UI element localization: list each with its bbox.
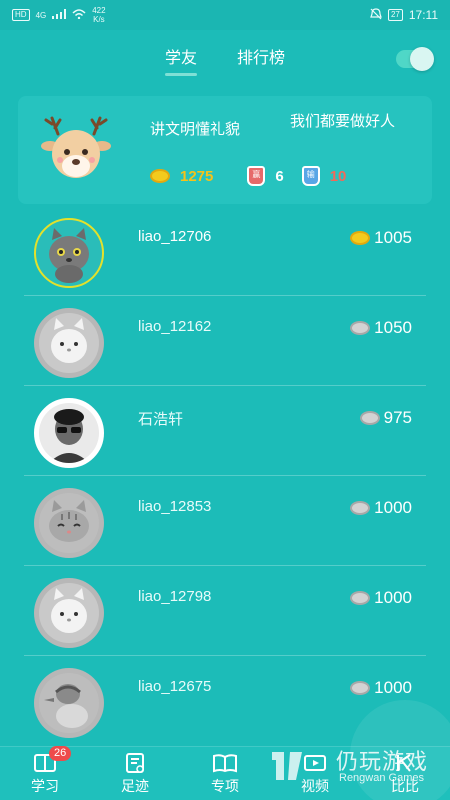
nav-label: 比比 [391, 778, 419, 794]
footprint-icon [126, 753, 144, 773]
list-item[interactable]: liao_12162 1050 [24, 296, 426, 386]
nav-label: 专项 [211, 778, 239, 794]
list-item[interactable]: liao_12853 1000 [24, 476, 426, 566]
score-value: 1000 [374, 678, 412, 697]
speed-value: 422 [92, 6, 106, 15]
score-value: 1000 [374, 498, 412, 517]
score-value: 1050 [374, 318, 412, 337]
silver-coin-icon [359, 411, 380, 425]
friend-score: 1050 [350, 318, 412, 338]
win-count: 6 [275, 167, 284, 185]
friend-name: liao_12853 [138, 498, 212, 515]
friend-name: 石浩轩 [138, 411, 184, 428]
score-value: 975 [383, 408, 412, 427]
nav-label: 学习 [31, 778, 59, 794]
profile-name: 讲文明懂礼貌 [150, 121, 241, 138]
friend-score: 1000 [350, 588, 412, 608]
vs-icon [397, 754, 411, 772]
gold-coin-icon [350, 231, 371, 245]
friend-score: 1000 [350, 678, 412, 698]
top-nav: 学友 排行榜 [0, 38, 450, 82]
gold-coin-icon [150, 169, 170, 183]
friend-score: 1000 [350, 498, 412, 518]
list-item[interactable]: 石浩轩 975 [24, 386, 426, 476]
deer-icon[interactable] [40, 114, 112, 184]
friend-name: liao_12798 [138, 588, 212, 605]
mute-icon [370, 7, 382, 23]
tab-leaderboard[interactable]: 排行榜 [237, 44, 285, 76]
nav-label: 足迹 [121, 778, 149, 794]
network-speed: 422 K/s [92, 6, 105, 24]
status-right: 27 17:11 [370, 7, 438, 23]
gray-cat-icon [34, 218, 104, 288]
score-value: 1005 [374, 228, 412, 247]
nav-footprint[interactable]: 足迹 [95, 752, 175, 796]
wifi-icon [72, 8, 86, 22]
gold-count: 1275 [180, 167, 214, 185]
bottom-nav: 26 学习 足迹 专项 视频 比比 [0, 700, 450, 800]
profile-stats: 1275 赢 6 输 10 [150, 166, 346, 186]
toggle-knob [410, 47, 434, 71]
profile-card: 讲文明懂礼貌 我们都要做好人 1275 赢 6 输 10 [18, 96, 432, 204]
tabby-cat-icon [34, 488, 104, 558]
score-value: 1000 [374, 588, 412, 607]
nav-study[interactable]: 26 学习 [5, 746, 85, 796]
nav-special[interactable]: 专项 [185, 752, 265, 796]
friend-list: liao_12706 1005 liao_12162 1050 石浩轩 975 … [24, 206, 426, 746]
video-icon [304, 755, 326, 771]
silver-coin-icon [350, 321, 371, 335]
nav-compare[interactable]: 比比 [365, 752, 445, 796]
list-item[interactable]: liao_12706 1005 [24, 206, 426, 296]
battery-icon: 27 [387, 9, 403, 21]
friend-score: 975 [359, 408, 412, 428]
profile-motto: 我们都要做好人 [290, 113, 396, 130]
open-book-icon [213, 754, 237, 773]
signal-icon [52, 8, 67, 22]
white-cat-icon [34, 578, 104, 648]
tab-classmates[interactable]: 学友 [164, 44, 198, 76]
silver-coin-icon [350, 591, 371, 605]
lose-badge-icon: 输 [301, 166, 320, 186]
speed-unit: K/s [93, 15, 105, 24]
clock: 17:11 [408, 8, 438, 22]
silver-coin-icon [350, 501, 371, 515]
status-bar: HD 4G 422 K/s 27 17:11 [0, 0, 450, 30]
white-cat-icon [34, 308, 104, 378]
person-photo-icon [34, 398, 104, 468]
notification-badge: 26 [49, 746, 72, 761]
friend-name: liao_12162 [138, 318, 212, 335]
silver-coin-icon [350, 681, 371, 695]
friend-name: liao_12706 [138, 228, 212, 245]
loss-count: 10 [329, 167, 347, 185]
win-badge-icon: 赢 [247, 166, 266, 186]
status-left: HD 4G 422 K/s [12, 6, 106, 24]
nav-label: 视频 [301, 778, 329, 794]
toggle-switch[interactable] [396, 47, 434, 71]
friend-score: 1005 [350, 228, 412, 248]
hd-icon: HD [12, 9, 30, 21]
list-item[interactable]: liao_12798 1000 [24, 566, 426, 656]
nav-video[interactable]: 视频 [275, 752, 355, 796]
friend-name: liao_12675 [138, 678, 212, 695]
network-label: 4G [35, 10, 47, 20]
duck-icon [34, 668, 104, 738]
